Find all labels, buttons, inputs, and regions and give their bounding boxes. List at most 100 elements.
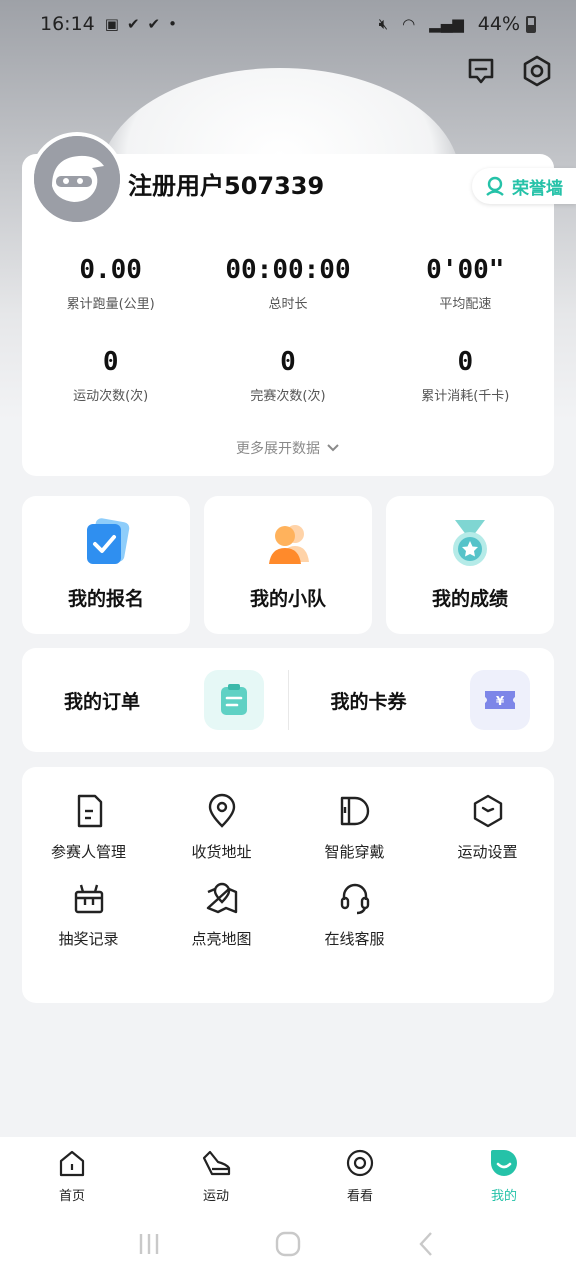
light-map-item[interactable]: 点亮地图: [155, 878, 288, 949]
expand-label: 更多展开数据: [236, 441, 320, 457]
lottery-records-item[interactable]: 抽奖记录: [22, 878, 155, 949]
stat-value: 00:00:00: [225, 255, 351, 285]
message-icon: [468, 58, 494, 84]
headset-icon: [340, 883, 369, 915]
service-label: 抽奖记录: [58, 930, 119, 948]
check-icon: ✔: [147, 15, 161, 33]
service-label: 在线客服: [324, 930, 385, 948]
stat-label: 总时长: [268, 297, 308, 312]
gallery-icon: ▣: [104, 15, 119, 33]
signal-icon: ▂▄▆: [429, 15, 464, 33]
smart-wearable-item[interactable]: 智能穿戴: [288, 791, 421, 862]
wifi-icon: ◠: [402, 15, 416, 33]
status-time: 16:14: [40, 13, 95, 35]
svg-text:¥: ¥: [496, 694, 505, 708]
orders-label: 我的订单: [64, 690, 141, 713]
tab-label: 我的: [490, 1189, 517, 1204]
stat-value: 0: [280, 347, 296, 377]
stat-sessions: 0 运动次数(次): [22, 342, 199, 404]
wearable-icon: [340, 796, 369, 826]
top-actions: [464, 54, 554, 88]
stat-label: 累计跑量(公里): [66, 297, 155, 312]
status-bar: 16:14 ▣ ✔ ✔ • 🔇︎ ◠ ▂▄▆ 44%: [0, 0, 576, 48]
check-icon: ✔: [126, 15, 140, 33]
registration-icon: [87, 518, 130, 564]
service-label: 点亮地图: [191, 930, 252, 948]
service-label: 智能穿戴: [324, 843, 385, 861]
orders-icon-box: [203, 670, 264, 730]
online-service-item[interactable]: 在线客服: [288, 878, 421, 949]
tab-me[interactable]: 我的: [432, 1137, 576, 1207]
stats-grid: 0.00 累计跑量(公里) 00:00:00 总时长 0'00" 平均配速 0 …: [22, 250, 554, 404]
message-button[interactable]: [464, 54, 498, 88]
honor-icon: [486, 176, 504, 196]
honor-wall-button[interactable]: 荣誉墙: [472, 168, 576, 204]
stat-finishes: 0 完赛次数(次): [199, 342, 376, 404]
stat-distance: 0.00 累计跑量(公里): [22, 250, 199, 312]
stat-calories: 0 累计消耗(千卡): [377, 342, 554, 404]
my-registration-tile[interactable]: 我的报名: [22, 496, 190, 634]
service-label: 参赛人管理: [50, 843, 126, 861]
gift-icon: [74, 884, 103, 914]
home-nav-button[interactable]: [268, 1224, 308, 1264]
ninja-avatar-icon: [34, 136, 120, 222]
battery-percent: 44%: [477, 13, 520, 35]
orders-card: 我的订单 我的卡券 ¥: [22, 648, 554, 752]
team-icon: [269, 525, 309, 564]
services-card: 参赛人管理 收货地址 智能穿戴 运动设置 抽奖记录 点亮地图 在线客服: [22, 767, 554, 1003]
hexagon-settings-icon: [473, 794, 502, 828]
sport-settings-item[interactable]: 运动设置: [421, 791, 554, 862]
stat-duration: 00:00:00 总时长: [199, 250, 376, 312]
back-icon: [419, 1231, 432, 1256]
stat-value: 0: [457, 347, 474, 377]
medal-icon: [453, 520, 487, 566]
stat-value: 0'00": [426, 255, 505, 285]
shipping-address-item[interactable]: 收货地址: [155, 791, 288, 862]
tile-label: 我的报名: [67, 588, 144, 610]
tab-label: 运动: [202, 1189, 229, 1204]
my-team-tile[interactable]: 我的小队: [204, 496, 372, 634]
eye-icon: [346, 1149, 374, 1177]
my-results-tile[interactable]: 我的成绩: [386, 496, 554, 634]
bottom-tab-bar: 首页 运动 看看 我的: [0, 1137, 576, 1207]
participant-management-item[interactable]: 参赛人管理: [22, 791, 155, 862]
battery-icon: [526, 15, 536, 33]
document-icon: [77, 794, 102, 828]
tab-label: 看看: [346, 1189, 373, 1204]
coupon-icon: ¥: [485, 691, 515, 709]
settings-button[interactable]: [520, 54, 554, 88]
stat-label: 运动次数(次): [73, 389, 149, 404]
username: 注册用户507339: [128, 172, 325, 200]
coupons-icon-box: ¥: [470, 670, 530, 730]
back-nav-button[interactable]: [407, 1224, 447, 1264]
me-icon: [491, 1150, 517, 1176]
dot-icon: •: [168, 15, 177, 33]
service-label: 收货地址: [191, 843, 252, 861]
my-orders-button[interactable]: 我的订单: [22, 670, 288, 730]
expand-data-button[interactable]: 更多展开数据: [22, 438, 554, 458]
stat-value: 0.00: [79, 255, 142, 285]
stat-label: 累计消耗(千卡): [421, 389, 510, 404]
honor-label: 荣誉墙: [512, 178, 563, 199]
avatar[interactable]: [30, 132, 124, 226]
settings-icon: [523, 55, 551, 87]
tab-watch[interactable]: 看看: [288, 1137, 432, 1207]
home-circle-icon: [275, 1231, 301, 1256]
tile-label: 我的成绩: [431, 588, 508, 610]
service-label: 运动设置: [457, 843, 518, 861]
my-coupons-button[interactable]: 我的卡券 ¥: [287, 670, 555, 730]
clipboard-icon: [220, 684, 247, 715]
tab-sport[interactable]: 运动: [144, 1137, 288, 1207]
map-icon: [206, 882, 237, 914]
tab-label: 首页: [58, 1189, 85, 1204]
stat-value: 0: [102, 347, 119, 377]
stat-pace: 0'00" 平均配速: [377, 250, 554, 312]
recent-apps-button[interactable]: [129, 1224, 169, 1264]
tile-label: 我的小队: [249, 588, 326, 610]
stat-label: 平均配速: [439, 297, 492, 312]
stat-label: 完赛次数(次): [250, 389, 326, 404]
mute-icon: 🔇︎: [378, 15, 389, 33]
shoe-icon: [202, 1150, 231, 1176]
tab-home[interactable]: 首页: [0, 1137, 144, 1207]
home-icon: [59, 1150, 85, 1177]
